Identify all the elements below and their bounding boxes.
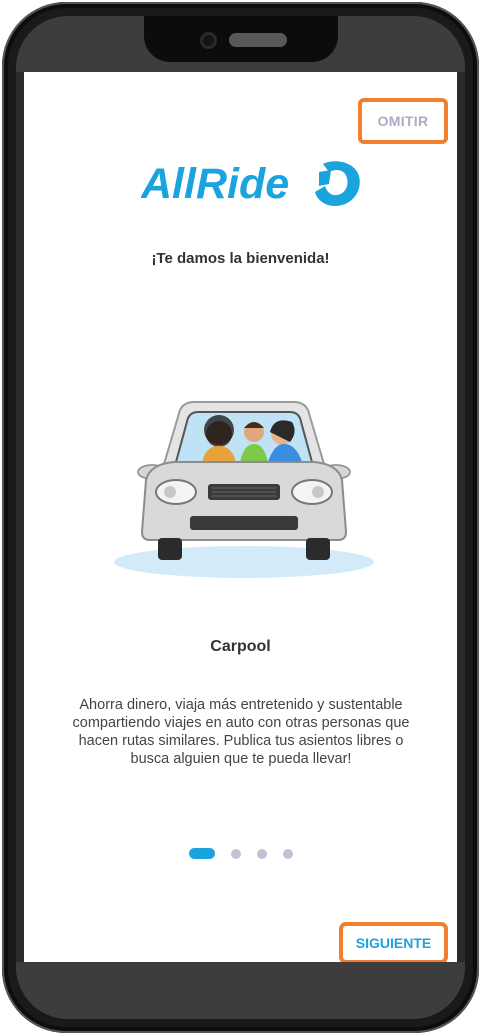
speaker-icon [229, 33, 287, 47]
allride-logo: AllRide [141, 160, 360, 208]
page-dot[interactable] [256, 848, 267, 859]
camera-icon [200, 32, 217, 49]
skip-button[interactable]: OMITIR [358, 98, 448, 144]
navigation-bar [16, 962, 465, 1019]
phone-frame: OMITIR AllRide ¡Te damos la bienvenida! [2, 2, 479, 1033]
slide-description: Ahorra dinero, viaja más entretenido y s… [72, 697, 410, 767]
logo-wordmark: AllRide [141, 160, 289, 208]
page-indicator [24, 848, 457, 859]
page-dot[interactable] [230, 848, 241, 859]
slide-title: Carpool [210, 638, 271, 655]
page-dot-active[interactable] [188, 848, 215, 859]
carpool-car-illustration [114, 401, 374, 578]
next-button[interactable]: SIGUIENTE [339, 922, 448, 964]
onboarding-screen: OMITIR AllRide ¡Te damos la bienvenida! [24, 72, 457, 964]
logo-mark-icon [315, 161, 360, 206]
phone-notch [144, 16, 338, 62]
phone-bezel: OMITIR AllRide ¡Te damos la bienvenida! [16, 16, 465, 1019]
page-dot[interactable] [282, 848, 293, 859]
welcome-title: ¡Te damos la bienvenida! [151, 250, 330, 267]
